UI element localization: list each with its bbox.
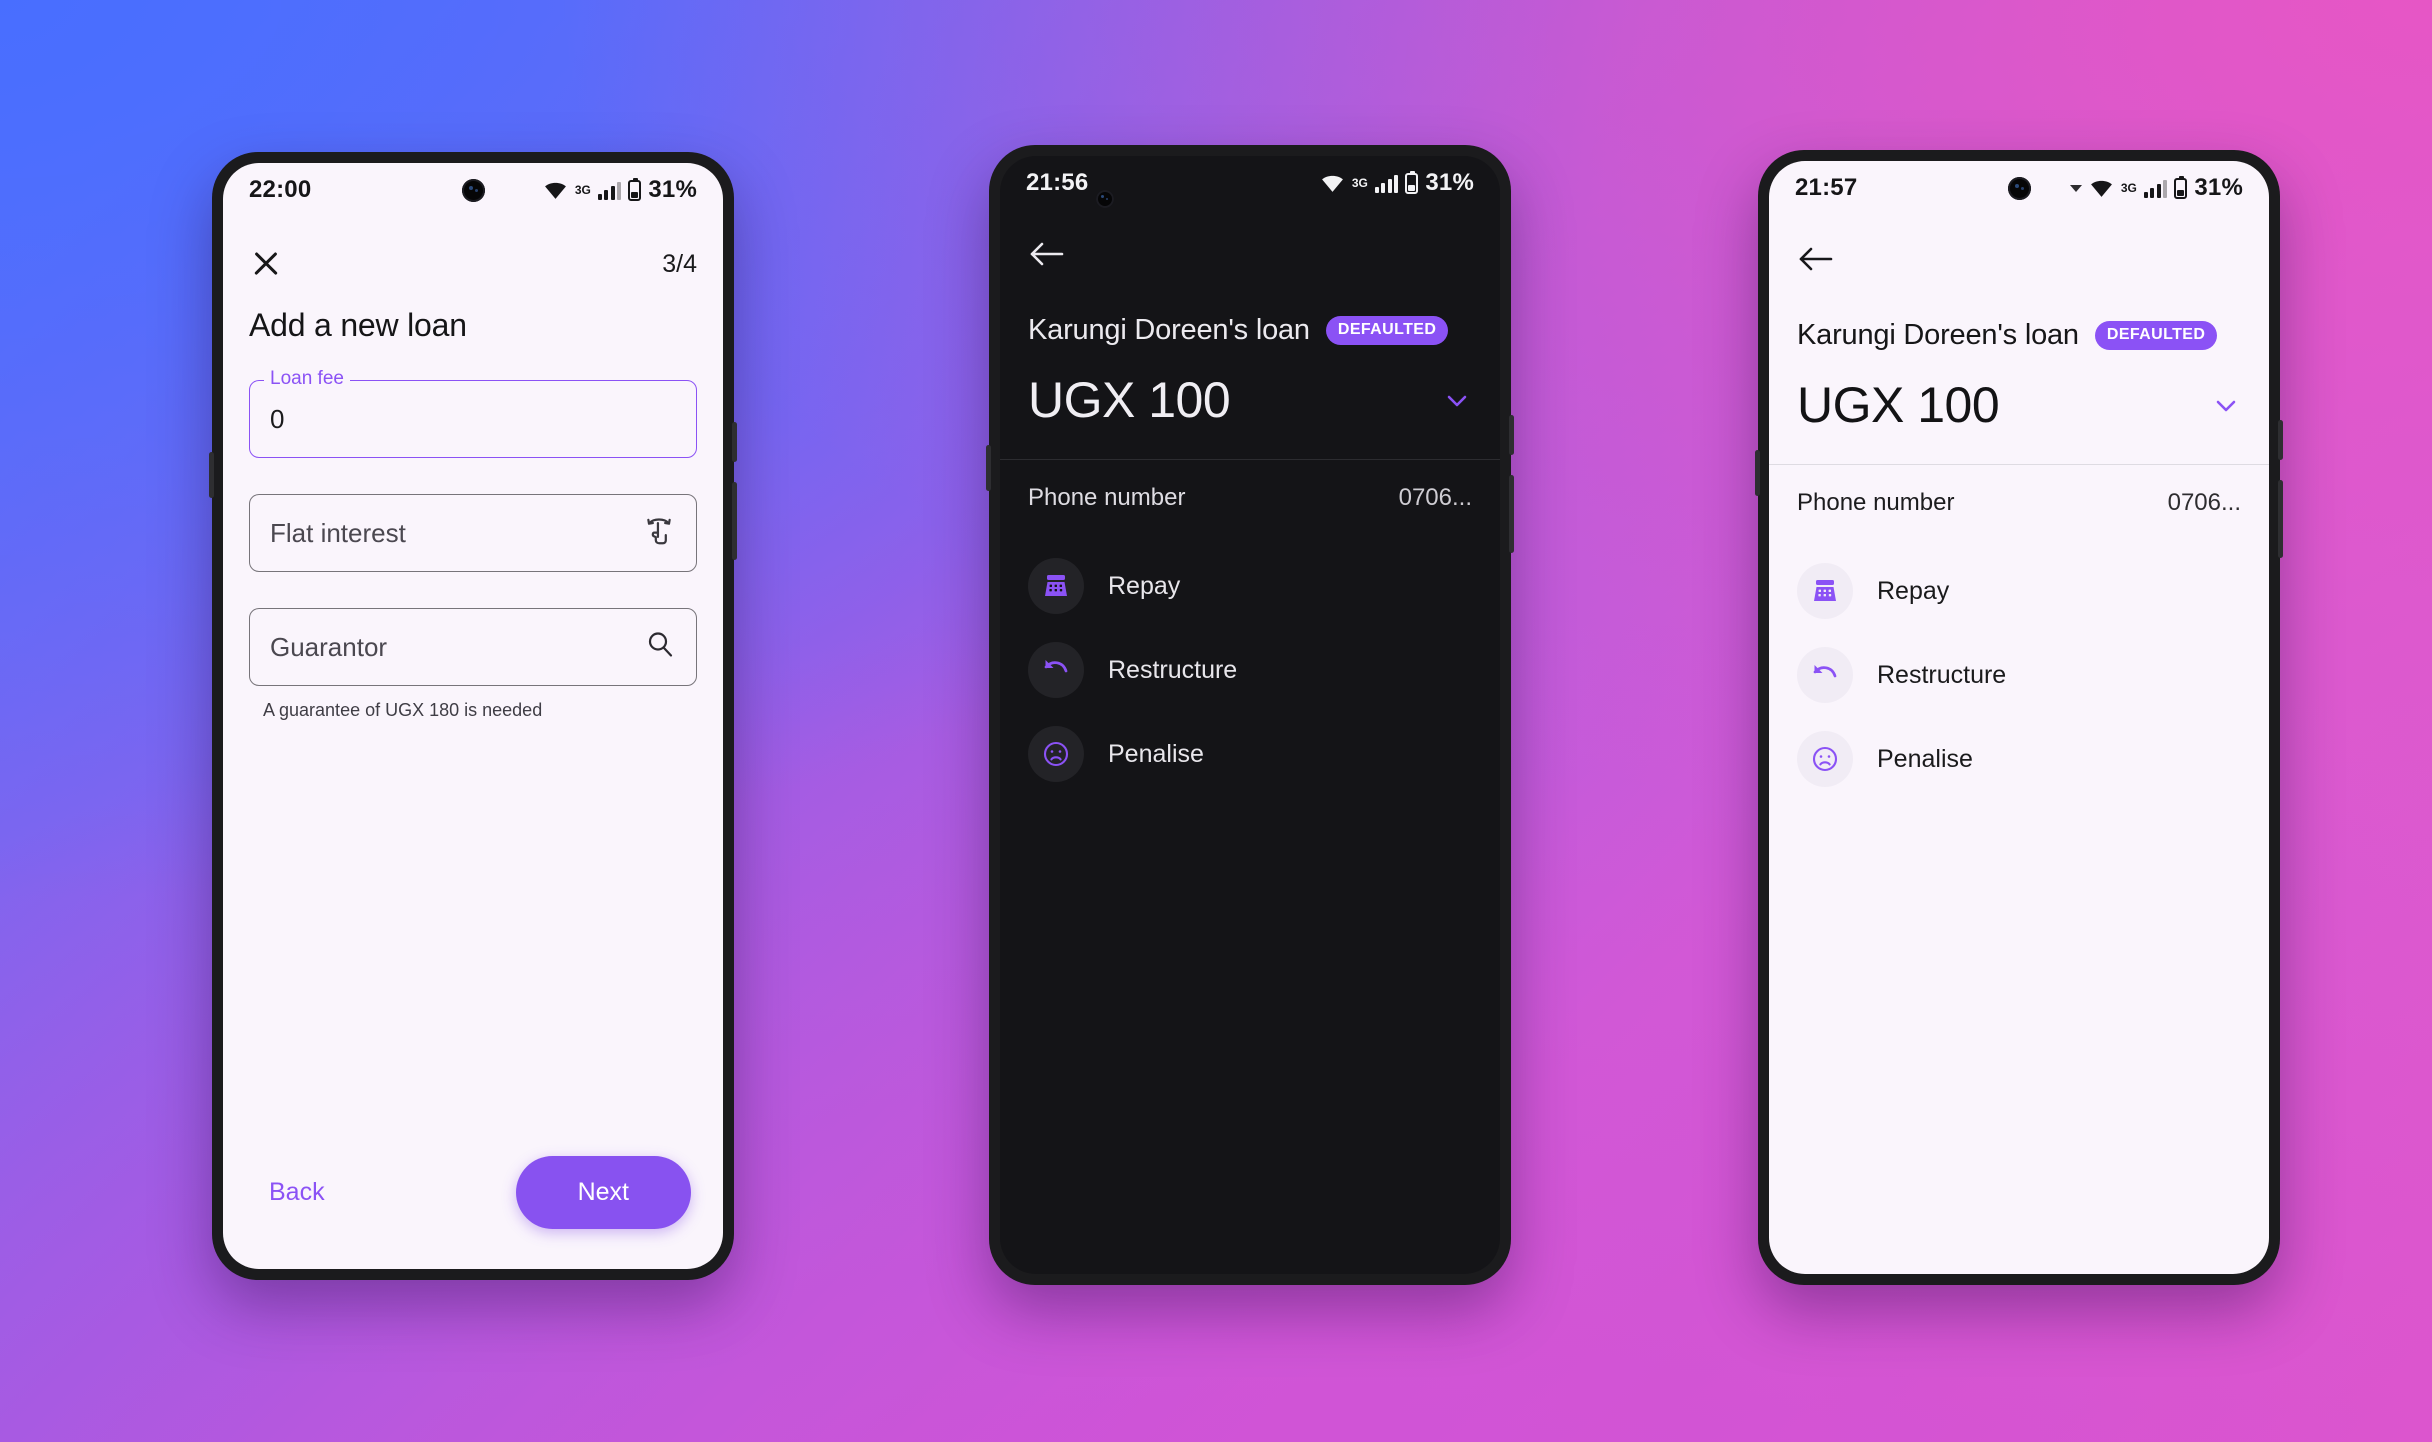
action-label: Repay (1877, 576, 1950, 605)
phone-device-2: 21:56 3G 31% Karungi Doreen's loan DEFAU… (986, 145, 1514, 1285)
action-restructure[interactable]: Restructure (1000, 628, 1500, 712)
action-penalise[interactable]: Penalise (1000, 712, 1500, 796)
status-bar-2: 21:56 3G 31% (1000, 156, 1500, 210)
search-icon[interactable] (644, 629, 676, 666)
wifi-icon (2089, 179, 2114, 198)
network-type-label: 3G (574, 183, 591, 197)
battery-icon (628, 177, 642, 201)
loan-title: Karungi Doreen's loan (1028, 314, 1310, 346)
loan-actions-list-2: Repay Restructure Penalise (1000, 538, 1500, 796)
status-indicators: 3G 31% (1320, 169, 1474, 197)
wifi-icon (543, 181, 568, 200)
undo-arrow-icon (1028, 642, 1084, 698)
network-type-label: 3G (1351, 176, 1368, 190)
signal-bars-icon (1374, 174, 1399, 193)
flat-interest-field[interactable]: Flat interest (249, 494, 697, 572)
back-button[interactable]: Back (255, 1170, 339, 1215)
phone-number-key: Phone number (1028, 484, 1186, 511)
guarantor-field[interactable]: Guarantor (249, 608, 697, 686)
battery-percent: 31% (2194, 174, 2243, 201)
detail-top-bar-2 (1000, 210, 1500, 270)
add-loan-form: Loan fee 0 Flat interest Guarantor A gua… (223, 344, 723, 721)
camera-punch-hole (2008, 177, 2031, 200)
sad-face-icon (1797, 731, 1853, 787)
status-badge: DEFAULTED (1325, 316, 1449, 345)
signal-bars-icon (2143, 179, 2168, 198)
action-repay[interactable]: Repay (1769, 549, 2269, 633)
detail-top-bar-3 (1769, 215, 2269, 275)
phone-device-3: 21:57 3G 31% Karungi Doreen's loan DEFAU… (1755, 150, 2283, 1285)
status-time: 21:56 (1026, 169, 1089, 196)
chevron-down-icon[interactable] (2211, 390, 2241, 420)
loan-fee-label: Loan fee (264, 368, 350, 390)
phone-number-row: Phone number 0706... (1769, 465, 2269, 543)
close-icon[interactable] (249, 247, 283, 281)
chevron-down-icon[interactable] (1442, 385, 1472, 415)
step-counter: 3/4 (662, 249, 697, 278)
wizard-actions: Back Next (223, 1156, 723, 1229)
loan-amount: UGX 100 (1797, 377, 2000, 433)
camera-punch-hole (1096, 190, 1114, 208)
battery-percent: 31% (1425, 169, 1474, 196)
action-label: Restructure (1877, 660, 2007, 689)
action-label: Penalise (1108, 739, 1204, 768)
phone-number-row: Phone number 0706... (1000, 460, 1500, 538)
action-label: Restructure (1108, 655, 1238, 684)
phone-number-key: Phone number (1797, 489, 1955, 516)
status-time: 21:57 (1795, 174, 1858, 201)
guarantee-hint: A guarantee of UGX 180 is needed (263, 700, 543, 720)
vpn-triangle-icon (2069, 184, 2082, 192)
action-penalise[interactable]: Penalise (1769, 717, 2269, 801)
loan-amount-row-2[interactable]: UGX 100 (1000, 347, 1500, 459)
wifi-icon (1320, 174, 1345, 193)
phone-number-value: 0706... (2167, 489, 2241, 516)
volume-buttons (732, 482, 737, 560)
signal-bars-icon (597, 181, 622, 200)
phone-3-screen: 21:57 3G 31% Karungi Doreen's loan DEFAU… (1769, 161, 2269, 1274)
swap-interest-icon[interactable] (642, 514, 676, 553)
guarantor-placeholder: Guarantor (270, 631, 388, 662)
next-button[interactable]: Next (515, 1156, 691, 1229)
phone-1-screen: 22:00 3G 31% 3/4 Add a new loan Loan fee… (223, 163, 723, 1269)
action-repay[interactable]: Repay (1000, 544, 1500, 628)
status-indicators: 3G 31% (2069, 174, 2243, 202)
cash-register-icon (1797, 563, 1853, 619)
status-badge: DEFAULTED (2094, 321, 2218, 350)
back-arrow-icon[interactable] (1797, 243, 1835, 275)
undo-arrow-icon (1797, 647, 1853, 703)
loan-fee-field[interactable]: Loan fee 0 (249, 368, 697, 458)
loan-actions-list-3: Repay Restructure Penalise (1769, 543, 2269, 801)
loan-fee-value: 0 (270, 403, 285, 434)
loan-amount: UGX 100 (1028, 372, 1231, 428)
volume-buttons (2278, 480, 2283, 558)
status-indicators: 3G 31% (543, 176, 697, 204)
battery-icon (2174, 175, 2188, 199)
action-restructure[interactable]: Restructure (1769, 633, 2269, 717)
phone-2-screen: 21:56 3G 31% Karungi Doreen's loan DEFAU… (1000, 156, 1500, 1274)
sad-face-icon (1028, 726, 1084, 782)
battery-icon (1405, 170, 1419, 194)
loan-amount-row-3[interactable]: UGX 100 (1769, 352, 2269, 464)
loan-title-row-2: Karungi Doreen's loan DEFAULTED (1000, 270, 1500, 347)
action-label: Penalise (1877, 744, 1973, 773)
cash-register-icon (1028, 558, 1084, 614)
screenshot-canvas: 22:00 3G 31% 3/4 Add a new loan Loan fee… (0, 0, 2432, 1442)
battery-percent: 31% (648, 176, 697, 203)
camera-punch-hole (462, 179, 485, 202)
loan-title-row-3: Karungi Doreen's loan DEFAULTED (1769, 275, 2269, 352)
status-time: 22:00 (249, 176, 312, 203)
wizard-top-bar: 3/4 (223, 217, 723, 281)
phone-device-1: 22:00 3G 31% 3/4 Add a new loan Loan fee… (209, 152, 737, 1280)
back-arrow-icon[interactable] (1028, 238, 1066, 270)
flat-interest-placeholder: Flat interest (270, 517, 406, 548)
volume-buttons (1509, 475, 1514, 553)
loan-title: Karungi Doreen's loan (1797, 319, 2079, 351)
network-type-label: 3G (2120, 181, 2137, 195)
phone-number-value: 0706... (1398, 484, 1472, 511)
action-label: Repay (1108, 571, 1181, 600)
page-title: Add a new loan (249, 307, 467, 343)
